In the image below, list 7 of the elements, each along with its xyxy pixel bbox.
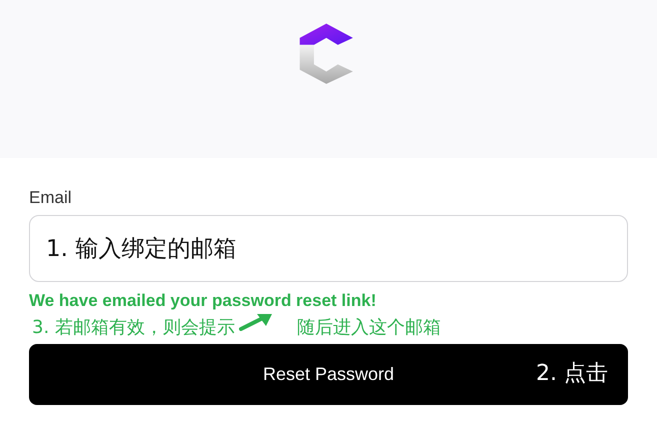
annotation-text: 3. 若邮箱有效，则会提示 [32, 316, 235, 339]
field-label: Email [29, 188, 72, 208]
annotation-text: 随后进入这个邮箱 [296, 316, 441, 339]
annotation-text: 2. 点击 [536, 360, 608, 388]
status-message: We have emailed your password reset link! [29, 291, 376, 311]
arrow-icon [238, 313, 273, 331]
email-field[interactable]: 1. 输入绑定的邮箱 [29, 215, 628, 282]
